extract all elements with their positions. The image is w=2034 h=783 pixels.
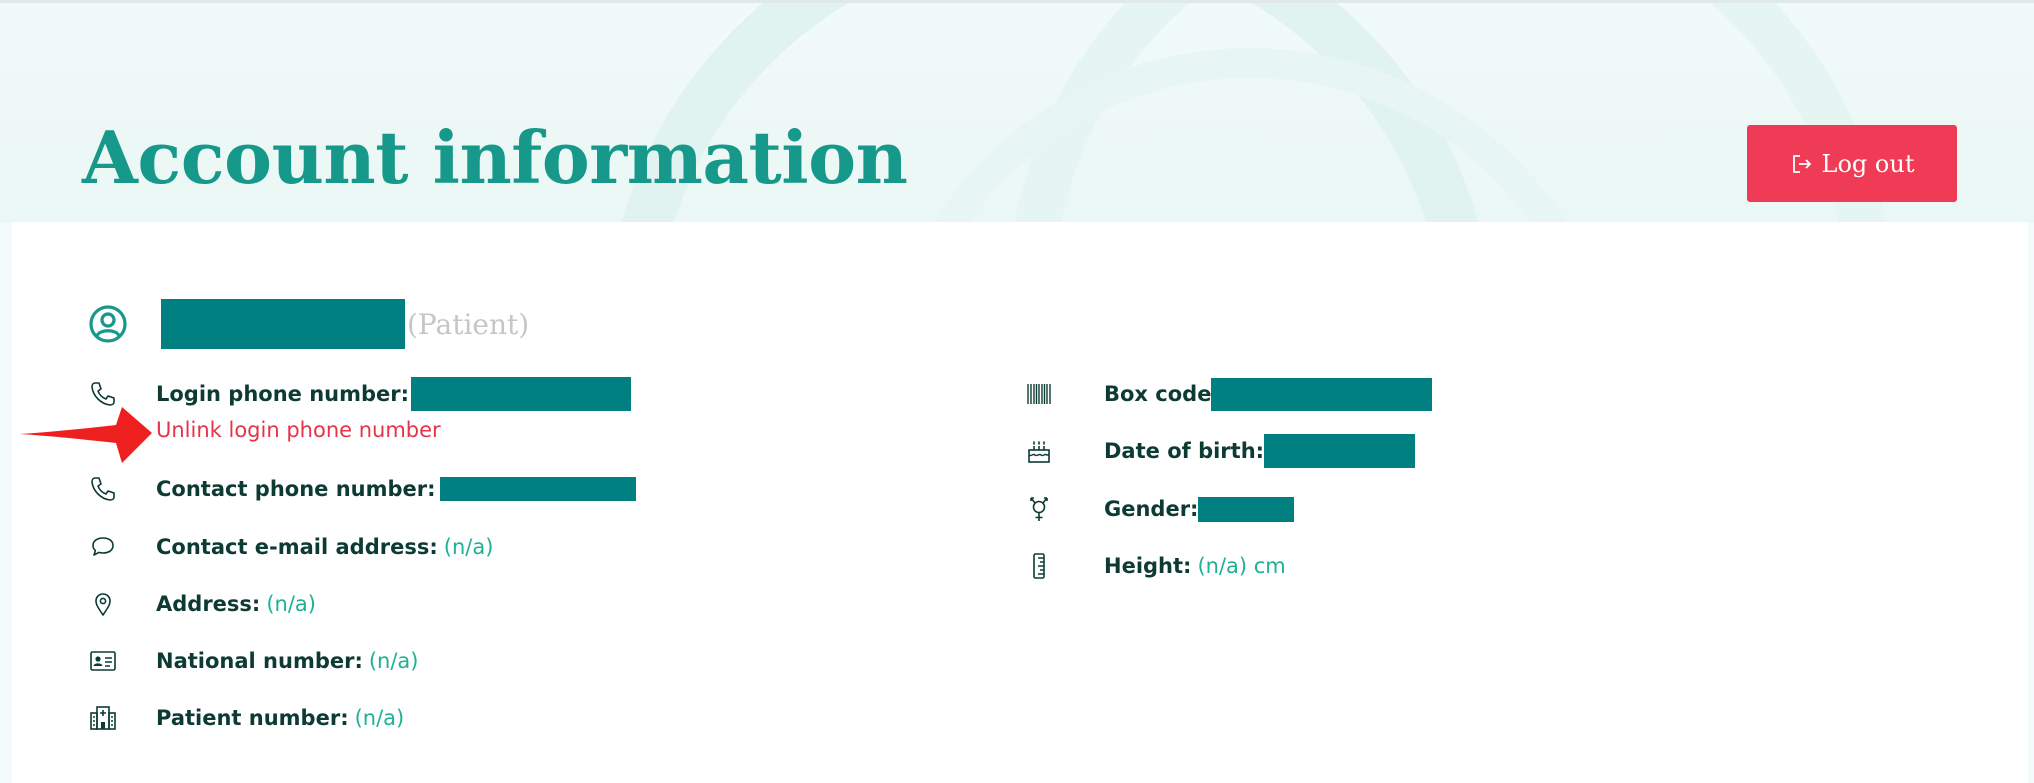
map-pin-icon [95,593,111,616]
phone-icon [91,382,115,406]
gender-redacted [1198,496,1295,522]
contact-email-label: Contact e-mail address: [156,535,438,559]
unlink-login-phone-link[interactable]: Unlink login phone number [156,418,441,442]
patient-number-value: (n/a) [354,706,405,730]
birthday-cake-icon [1028,441,1050,463]
address-value: (n/a) [266,592,316,616]
logout-icon [1792,154,1811,173]
speech-bubble-icon [92,537,114,556]
date-of-birth-redacted [1264,434,1416,468]
account-card: (Patient) Login phone number: Unlink log… [12,222,2028,783]
login-phone-redacted [411,377,632,411]
national-number-label: National number: [156,649,363,673]
contact-phone-label: Contact phone number: [156,477,436,501]
gender-label: Gender: [1104,497,1199,521]
user-row: (Patient) [87,296,529,352]
address-field: Address: (n/a) [87,586,987,622]
address-label: Address: [156,592,261,616]
contact-email-field: Contact e-mail address: (n/a) [87,529,987,565]
patient-number-field: Patient number: (n/a) [87,700,987,736]
box-code-redacted [1211,377,1433,411]
ruler-icon [1033,553,1045,579]
national-number-value: (n/a) [368,649,419,673]
page-header: Account information Log out [0,3,2034,223]
gender-field: Gender: [1023,491,1923,527]
height-field: Height: (n/a) cm [1023,548,1923,584]
date-of-birth-label: Date of birth: [1104,439,1265,463]
height-label: Height: [1104,554,1192,578]
login-phone-label: Login phone number: [156,382,410,406]
page-title: Account information [82,115,908,200]
phone-icon [91,477,115,501]
contact-phone-redacted [439,477,636,501]
user-role: (Patient) [407,307,530,341]
logout-label: Log out [1821,149,1915,178]
date-of-birth-field: Date of birth: [1023,433,1923,469]
national-number-field: National number: (n/a) [87,643,987,679]
id-card-icon [90,651,116,671]
login-phone-field: Login phone number: [87,376,987,412]
box-code-field: Box code [1023,376,1923,412]
gender-icon [1030,497,1048,521]
patient-number-label: Patient number: [156,706,349,730]
contact-phone-field: Contact phone number: [87,471,987,507]
user-name-redacted [161,299,405,349]
barcode-icon [1027,384,1051,404]
box-code-label: Box code [1104,382,1212,406]
contact-email-value: (n/a) [443,535,494,559]
user-circle-icon [89,305,127,343]
red-arrow-icon [20,407,152,463]
hospital-icon [90,706,116,730]
logout-button[interactable]: Log out [1747,125,1957,202]
height-value: (n/a) cm [1197,554,1286,578]
